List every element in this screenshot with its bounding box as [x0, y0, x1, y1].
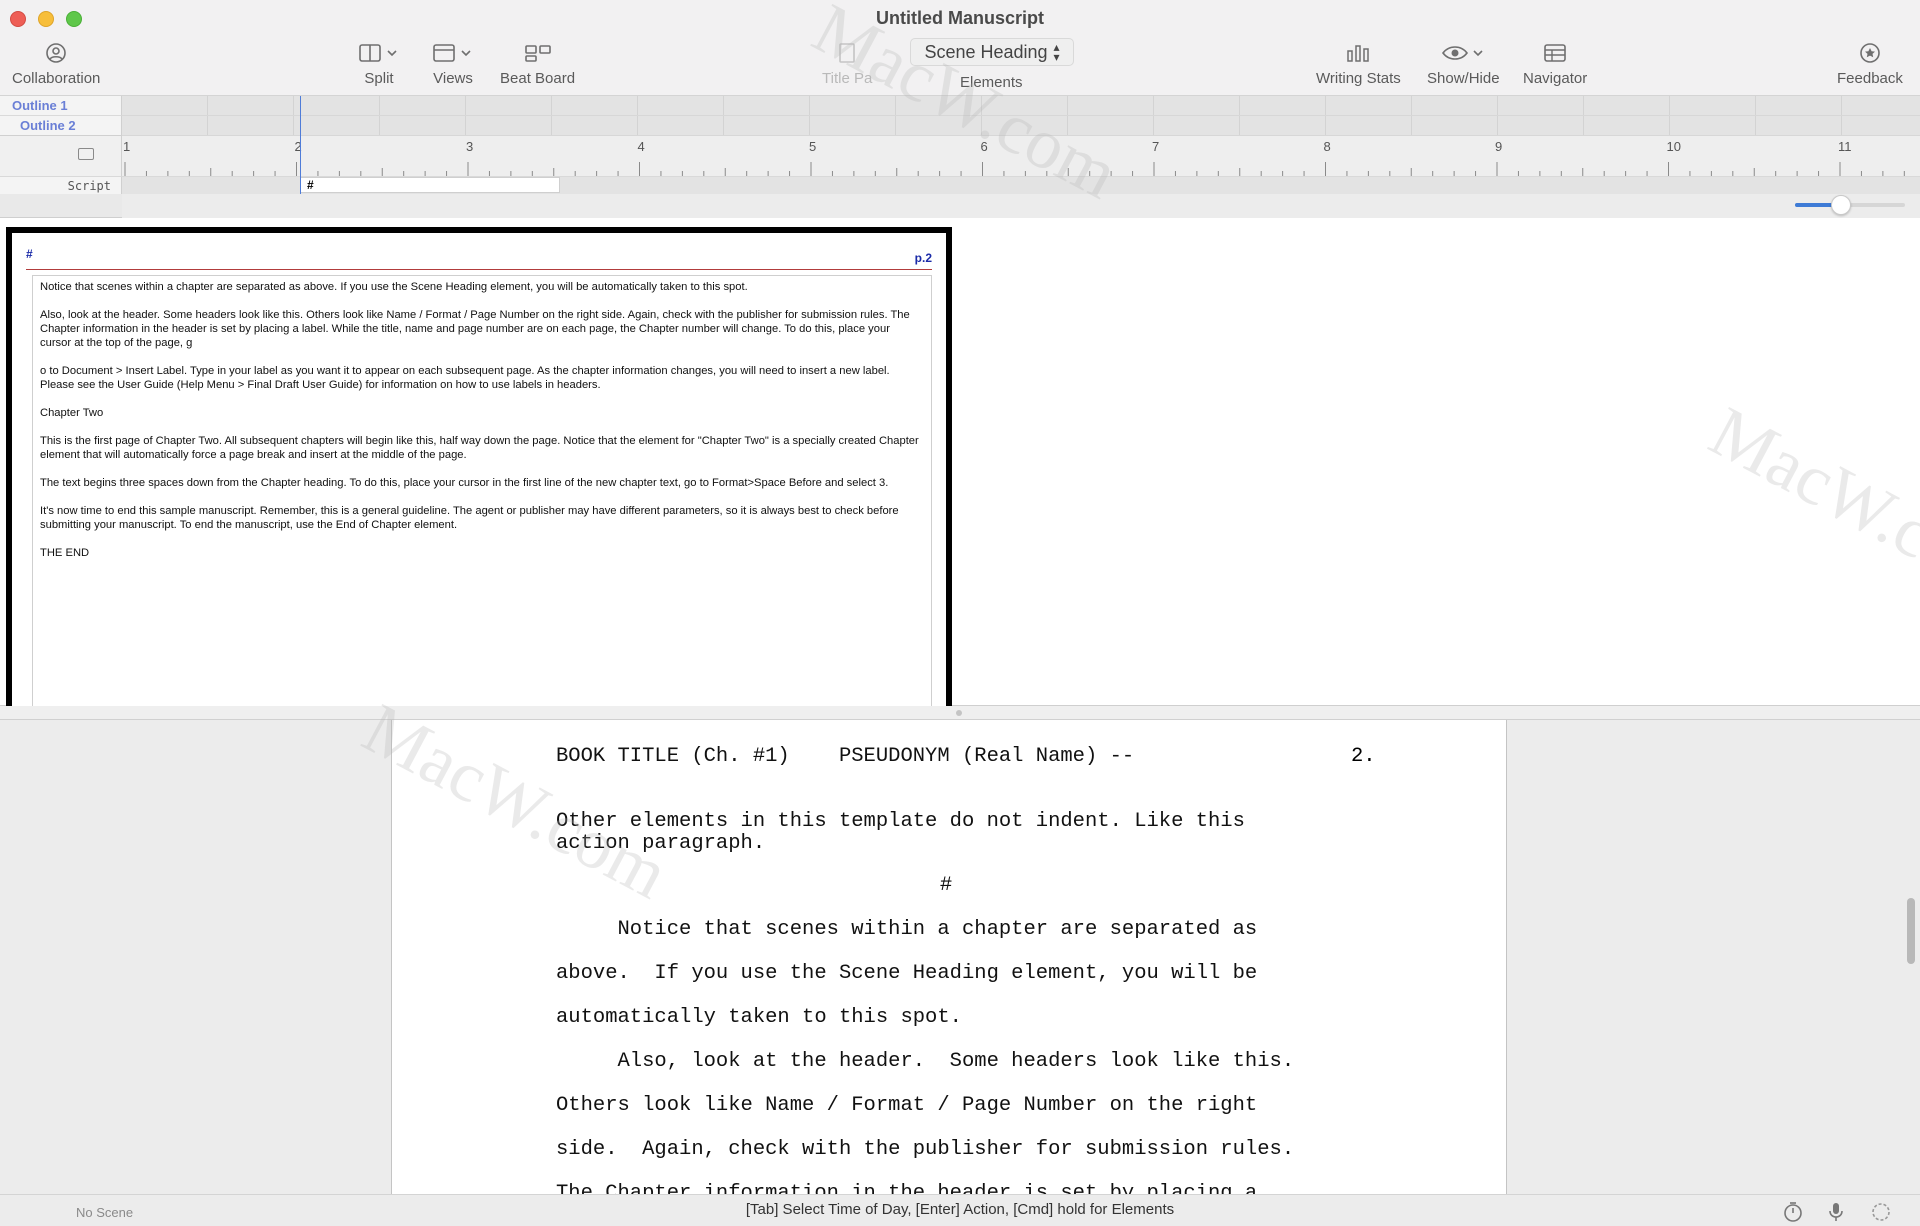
ruler-number: 10 [1666, 139, 1681, 154]
outline-row-1-label[interactable]: Outline 1 [0, 96, 122, 116]
elements-select-value: Scene Heading [924, 41, 1048, 62]
preview-header-rule [26, 269, 932, 270]
body-line: Notice that scenes within a chapter are … [556, 918, 1258, 941]
preview-paragraph: The text begins three spaces down from t… [40, 477, 889, 489]
divider-handle[interactable] [956, 710, 962, 716]
feedback-label: Feedback [1837, 70, 1903, 87]
ruler-corner [0, 136, 122, 176]
ruler-number: 3 [466, 139, 474, 154]
views-icon [432, 40, 474, 66]
eye-icon [1441, 40, 1485, 66]
navigator-button[interactable]: Navigator [1523, 40, 1587, 87]
navigator-label: Navigator [1523, 70, 1588, 87]
app-window: Untitled Manuscript Collaboration Split … [0, 0, 1920, 1226]
zoom-slider[interactable] [1795, 195, 1905, 215]
preview-pane: # p.2 Notice that scenes within a chapte… [0, 218, 1920, 707]
collaboration-icon [44, 40, 68, 66]
outline-row-2-track[interactable] [122, 116, 1920, 136]
views-label: Views [433, 70, 473, 87]
preview-paragraph: Notice that scenes within a chapter are … [40, 281, 748, 293]
toolbar: Untitled Manuscript Collaboration Split … [0, 0, 1920, 96]
element-hint: [Tab] Select Time of Day, [Enter] Action… [745, 1201, 1175, 1218]
elements-label: Elements [960, 74, 1023, 91]
ruler-number: 6 [980, 139, 988, 154]
feedback-icon [1859, 40, 1881, 66]
script-track-label: Script [0, 176, 122, 194]
body-line: automatically taken to this spot. [556, 1006, 962, 1029]
zoom-row [122, 194, 1920, 218]
preview-body[interactable]: Notice that scenes within a chapter are … [32, 275, 932, 707]
outline-settings-icon[interactable] [78, 148, 94, 160]
elements-select[interactable]: Scene Heading ▴ ▾ [910, 38, 1074, 66]
status-bar: No Scene [Tab] Select Time of Day, [Ente… [0, 1194, 1920, 1226]
outline-row-1-track[interactable] [122, 96, 1920, 116]
ruler-number: 11 [1838, 139, 1852, 154]
page-header-text: BOOK TITLE (Ch. #1) PSEUDONYM (Real Name… [556, 745, 1135, 768]
preview-paragraph: o to Document > Insert Label. Type in yo… [40, 365, 890, 391]
preview-header-label: # [26, 247, 33, 261]
body-line: side. Again, check with the publisher fo… [556, 1138, 1295, 1161]
views-button[interactable]: Views [432, 40, 474, 87]
show-hide-button[interactable]: Show/Hide [1427, 40, 1500, 87]
preview-paragraph: This is the first page of Chapter Two. A… [40, 435, 919, 461]
beat-board-label: Beat Board [500, 70, 576, 87]
ruler-ticks [124, 162, 1905, 176]
ruler-number: 7 [1152, 139, 1160, 154]
outline-row-2-label[interactable]: Outline 2 [0, 116, 122, 136]
page-ruler [122, 136, 1920, 176]
beat-board-icon [524, 40, 552, 66]
title-page-label: Title Pa [822, 70, 873, 87]
preview-paragraph: It's now time to end this sample manuscr… [40, 505, 899, 531]
script-editor: BOOK TITLE (Ch. #1) PSEUDONYM (Real Name… [0, 720, 1920, 1194]
body-line: The Chapter information in the header is… [556, 1182, 1258, 1194]
preview-paragraph: Chapter Two [40, 407, 104, 419]
show-hide-label: Show/Hide [1427, 70, 1500, 87]
writing-stats-button[interactable]: Writing Stats [1316, 40, 1401, 87]
action-line: action paragraph. [556, 832, 766, 855]
window-title: Untitled Manuscript [875, 8, 1044, 28]
writing-stats-label: Writing Stats [1316, 70, 1401, 87]
action-line: Other elements in this template do not i… [556, 810, 1245, 833]
ruler-number: 1 [123, 139, 131, 154]
body-line: Others look like Name / Format / Page Nu… [556, 1094, 1258, 1117]
script-block[interactable]: # [300, 177, 560, 193]
ruler-number: 8 [1323, 139, 1331, 154]
collaboration-button[interactable]: Collaboration [12, 40, 100, 87]
ruler-number: 9 [1495, 139, 1503, 154]
timer-icon[interactable] [1782, 1201, 1804, 1226]
collaboration-label: Collaboration [12, 70, 101, 87]
microphone-icon[interactable] [1827, 1201, 1845, 1226]
bar-chart-icon [1345, 40, 1371, 66]
editor-scrollbar[interactable] [1907, 898, 1915, 964]
navigator-icon [1543, 40, 1567, 66]
page-header-number: 2. [1351, 745, 1376, 768]
split-icon [358, 40, 400, 66]
body-line: above. If you use the Scene Heading elem… [556, 962, 1258, 985]
title-page-button[interactable]: Title Pa [822, 40, 872, 87]
beat-board-button[interactable]: Beat Board [500, 40, 575, 87]
split-divider[interactable] [0, 706, 1920, 720]
body-line: Also, look at the header. Some headers l… [556, 1050, 1295, 1073]
split-label: Split [364, 70, 394, 87]
select-arrows-icon: ▴ ▾ [1053, 40, 1060, 64]
preview-page: # p.2 Notice that scenes within a chapte… [6, 227, 952, 707]
editor-page[interactable]: BOOK TITLE (Ch. #1) PSEUDONYM (Real Name… [391, 720, 1507, 1194]
ruler-number: 4 [637, 139, 645, 154]
scene-separator: # [939, 874, 953, 897]
preview-page-number: p.2 [914, 251, 932, 265]
ruler-number: 5 [809, 139, 817, 154]
sync-icon[interactable] [1870, 1201, 1892, 1226]
title-page-icon [837, 40, 857, 66]
playhead-line[interactable] [300, 96, 301, 198]
outline-band: Outline 1 Outline 2 1 2 3 4 5 6 7 8 9 10 11 Script… [0, 96, 1920, 218]
preview-paragraph: Also, look at the header. Some headers l… [40, 309, 910, 349]
feedback-button[interactable]: Feedback [1837, 40, 1903, 87]
preview-paragraph: THE END [40, 547, 90, 559]
split-button[interactable]: Split [358, 40, 400, 87]
